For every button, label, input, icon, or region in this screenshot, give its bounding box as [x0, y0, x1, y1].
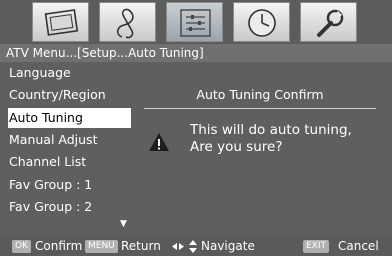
menu-item-country-region[interactable]: Country/Region — [8, 85, 131, 105]
tab-timer[interactable] — [233, 2, 290, 42]
menu-item-channel-list[interactable]: Channel List — [8, 152, 131, 172]
ok-key-badge: OK — [12, 240, 31, 253]
breadcrumb: ATV Menu...[Setup...Auto Tuning] — [0, 44, 392, 62]
menu-key-badge: MENU — [85, 240, 118, 253]
tools-icon — [317, 9, 344, 37]
scroll-down-arrow-icon[interactable]: ▼ — [120, 220, 127, 229]
menu-hint-label: Return — [121, 239, 161, 253]
ok-hint-label: Confirm — [35, 239, 83, 253]
navigate-hint-label: Navigate — [201, 239, 255, 253]
menu-item-language[interactable]: Language — [8, 63, 131, 83]
clock-icon — [248, 9, 276, 37]
tab-sound[interactable] — [99, 2, 156, 42]
setup-menu-list: Language Country/Region Auto Tuning Manu… — [8, 63, 131, 229]
dialog-divider — [144, 108, 376, 109]
menu-item-fav-group-1[interactable]: Fav Group : 1 — [8, 175, 131, 195]
tab-picture[interactable] — [32, 2, 89, 42]
tab-setup[interactable] — [166, 2, 223, 42]
exit-key-badge: EXIT — [303, 240, 330, 253]
dialog-title: Auto Tuning Confirm — [196, 87, 324, 102]
tab-tools[interactable] — [300, 2, 357, 42]
key-hint-bar: OK Confirm MENU Return Navigate EXIT Can… — [0, 236, 392, 256]
sound-icon — [116, 8, 134, 39]
dialog-message: This will do auto tuning, Are you sure? — [190, 122, 352, 156]
navigate-arrows-icon — [172, 240, 197, 253]
picture-icon — [44, 9, 79, 36]
menu-tab-bar — [0, 0, 392, 44]
dialog-message-line-1: This will do auto tuning, — [190, 122, 352, 138]
setup-icon — [180, 9, 211, 37]
dialog-message-line-2: Are you sure? — [190, 139, 283, 155]
exit-hint-label: Cancel — [338, 239, 379, 253]
warning-icon — [149, 133, 169, 151]
menu-item-manual-adjust[interactable]: Manual Adjust — [8, 130, 131, 150]
menu-item-auto-tuning[interactable]: Auto Tuning — [8, 108, 131, 128]
auto-tuning-confirm-dialog: Auto Tuning Confirm This will do auto tu… — [138, 84, 382, 196]
menu-item-fav-group-2[interactable]: Fav Group : 2 — [8, 197, 131, 217]
